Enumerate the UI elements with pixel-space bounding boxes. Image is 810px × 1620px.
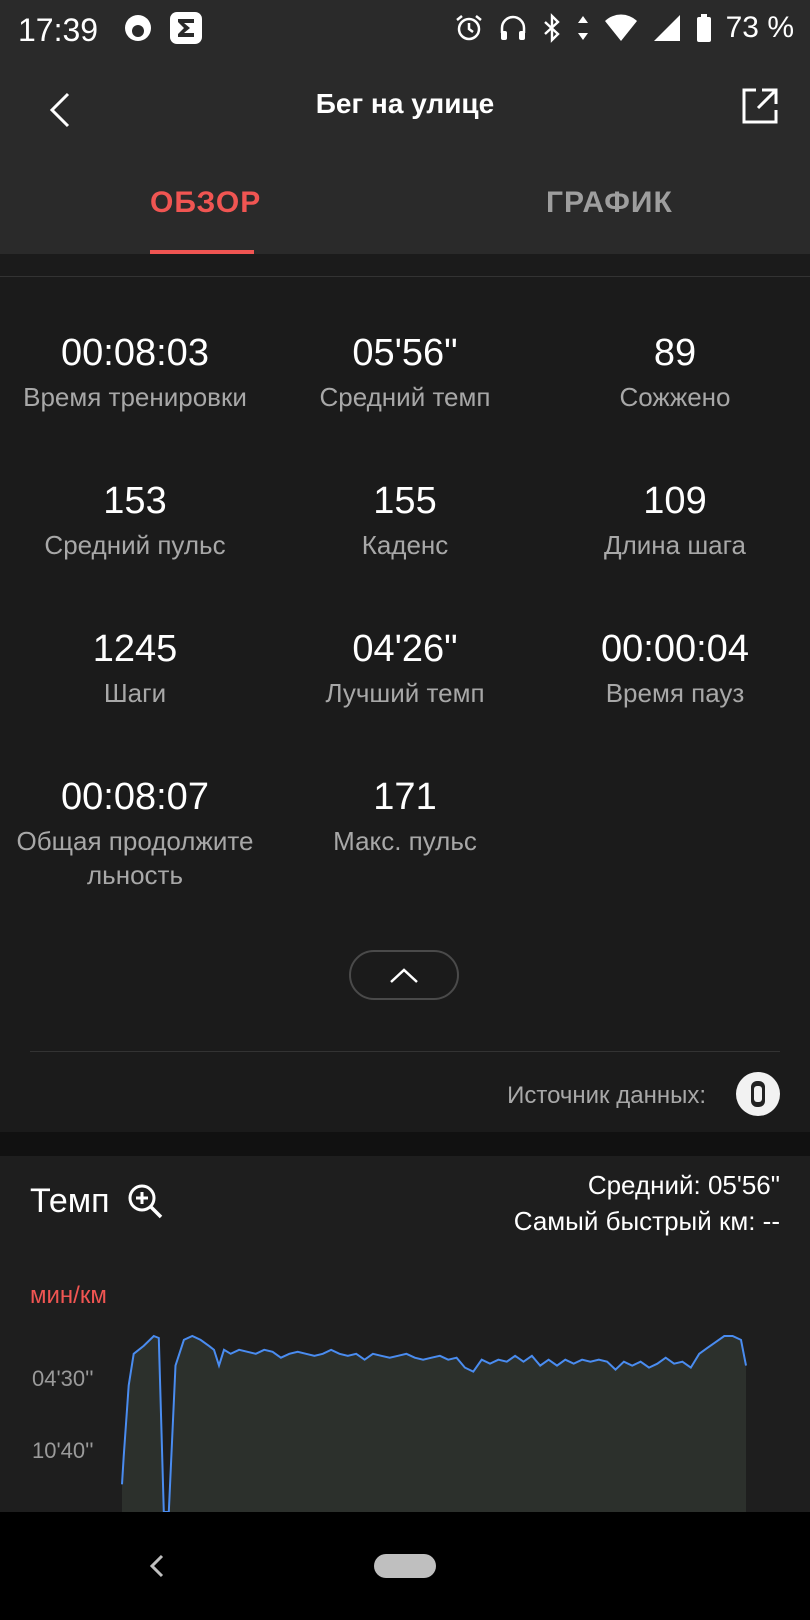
stat-label: Средний темп	[319, 382, 491, 412]
nav-home-pill[interactable]	[374, 1554, 436, 1578]
stat-label: Шаги	[103, 678, 167, 708]
stat-label: Время пауз	[605, 678, 745, 708]
stat-max-hr: 171 Макс. пульс	[270, 774, 540, 858]
stat-burned: 89 Сожжено	[540, 330, 810, 414]
signal-icon	[653, 15, 680, 41]
stat-value: 155	[373, 480, 437, 522]
pace-fastest-km: Самый быстрый км: --	[513, 1206, 780, 1236]
stat-label: Лучший темп	[325, 678, 485, 708]
status-bar: 17:39 73 %	[0, 0, 810, 58]
active-tab-indicator	[150, 250, 254, 254]
battery-icon	[696, 14, 711, 42]
divider	[0, 276, 810, 277]
stat-value: 1245	[92, 628, 178, 670]
share-icon[interactable]	[734, 80, 786, 132]
section-gap	[0, 1132, 810, 1156]
stat-label: Сожжено	[619, 382, 731, 412]
pace-card: Темп Средний: 05'56" Самый быстрый км: -…	[0, 1156, 810, 1512]
alarm-icon	[455, 15, 482, 41]
zoom-in-icon[interactable]	[126, 1182, 164, 1220]
stat-label: Время тренировки	[23, 382, 247, 412]
tab-graph[interactable]: ГРАФИК	[546, 186, 673, 220]
y-tick-label: 04'30''	[32, 1366, 94, 1391]
stat-total-duration: 00:08:07 Общая продолжите льность	[0, 774, 270, 892]
status-time: 17:39	[18, 12, 99, 48]
stat-label: Макс. пульс	[333, 826, 477, 856]
stat-value: 153	[103, 480, 167, 522]
divider	[30, 1051, 780, 1052]
page-title: Бег на улице	[315, 88, 495, 119]
headphones-icon	[500, 15, 525, 40]
nav-back-icon[interactable]	[142, 1546, 172, 1586]
stat-value: 00:08:07	[61, 776, 209, 818]
wifi-icon	[604, 14, 637, 41]
stat-workout-time: 00:08:03 Время тренировки	[0, 330, 270, 414]
pace-title: Темп	[30, 1182, 110, 1220]
collapse-button[interactable]	[349, 950, 459, 1000]
sigma-app-icon	[170, 12, 202, 44]
watch-device-icon[interactable]	[736, 1072, 780, 1116]
app-circle-icon	[125, 15, 151, 41]
watch-glyph	[751, 1081, 765, 1107]
stat-value: 05'56"	[352, 332, 458, 374]
system-nav-bar	[0, 1512, 810, 1620]
pace-unit-label: мин/км	[30, 1282, 107, 1309]
tab-overview[interactable]: ОБЗОР	[150, 186, 261, 220]
stat-label: Средний пульс	[44, 530, 226, 560]
bluetooth-icon	[543, 13, 560, 43]
status-icons: 73 %	[454, 10, 794, 46]
stat-value: 89	[653, 332, 697, 374]
stat-value: 109	[643, 480, 707, 522]
stat-avg-pace: 05'56" Средний темп	[270, 330, 540, 414]
stat-steps: 1245 Шаги	[0, 626, 270, 710]
pace-average: Средний: 05'56"	[587, 1170, 780, 1200]
pace-area-fill	[122, 1336, 746, 1512]
stat-value: 00:08:03	[61, 332, 209, 374]
y-tick-label: 10'40''	[32, 1438, 94, 1463]
stat-avg-hr: 153 Средний пульс	[0, 478, 270, 562]
stat-best-pace: 04'26" Лучший темп	[270, 626, 540, 710]
stat-stride: 109 Длина шага	[540, 478, 810, 562]
data-source-label: Источник данных:	[507, 1082, 706, 1109]
stat-pause-time: 00:00:04 Время пауз	[540, 626, 810, 710]
data-arrows-icon	[577, 16, 588, 40]
stat-value: 00:00:04	[601, 628, 749, 670]
stat-label: Длина шага	[603, 530, 747, 560]
top-app-bar: Бег на улице ОБЗОР ГРАФИК	[0, 58, 810, 254]
battery-percent: 73 %	[725, 11, 794, 44]
chevron-up-icon	[390, 968, 418, 983]
stat-cadence: 155 Каденс	[270, 478, 540, 562]
stat-label: Каденс	[361, 530, 449, 560]
stat-value: 04'26"	[352, 628, 458, 670]
stat-label: Общая продолжите льность	[16, 826, 254, 890]
stat-value: 171	[373, 776, 437, 818]
